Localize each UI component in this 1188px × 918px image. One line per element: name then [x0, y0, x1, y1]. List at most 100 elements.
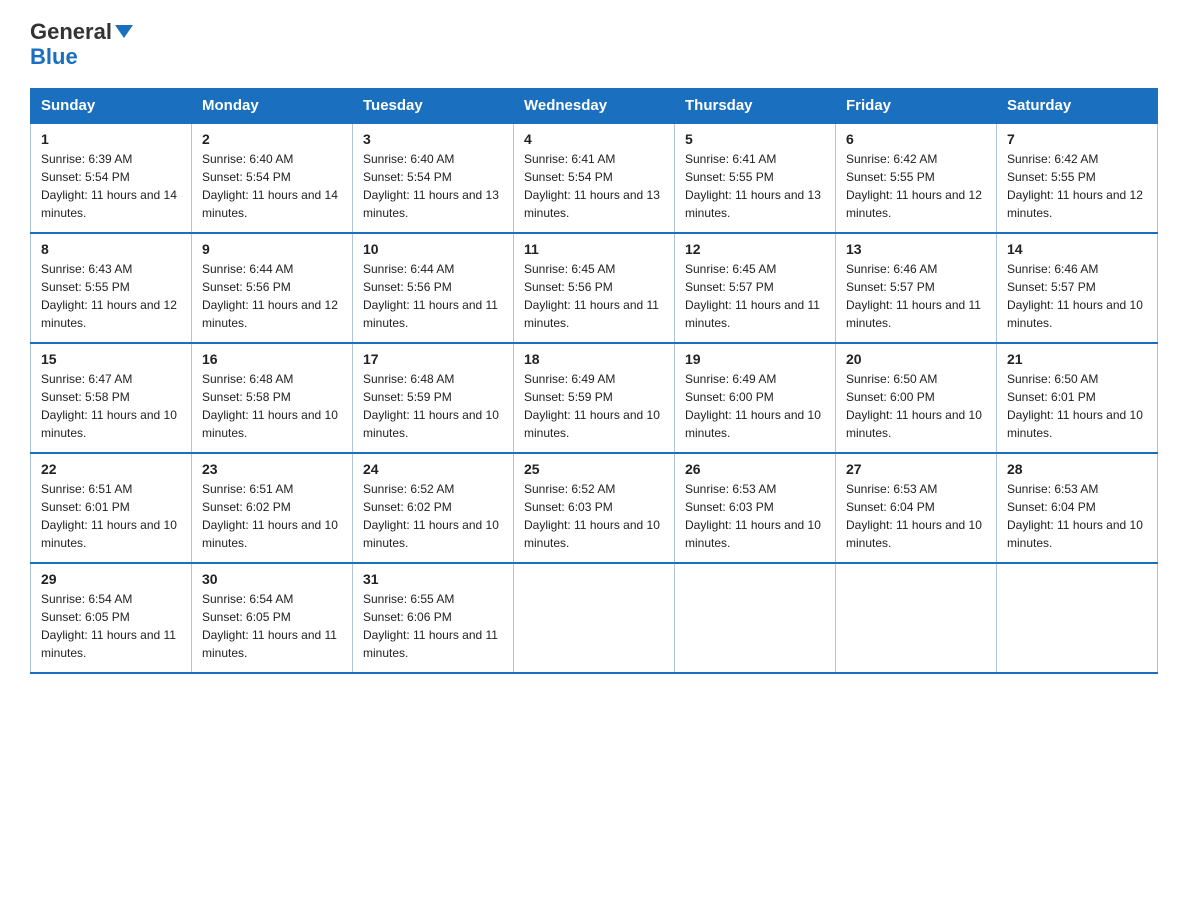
- day-number: 27: [846, 461, 986, 477]
- day-number: 26: [685, 461, 825, 477]
- day-number: 13: [846, 241, 986, 257]
- day-cell: 24 Sunrise: 6:52 AMSunset: 6:02 PMDaylig…: [353, 453, 514, 563]
- day-info: Sunrise: 6:48 AMSunset: 5:59 PMDaylight:…: [363, 372, 499, 440]
- day-cell: 15 Sunrise: 6:47 AMSunset: 5:58 PMDaylig…: [31, 343, 192, 453]
- day-number: 4: [524, 131, 664, 147]
- day-cell: 30 Sunrise: 6:54 AMSunset: 6:05 PMDaylig…: [192, 563, 353, 673]
- day-number: 5: [685, 131, 825, 147]
- day-info: Sunrise: 6:40 AMSunset: 5:54 PMDaylight:…: [363, 152, 499, 220]
- day-number: 10: [363, 241, 503, 257]
- logo-blue: Blue: [30, 44, 78, 70]
- day-info: Sunrise: 6:44 AMSunset: 5:56 PMDaylight:…: [202, 262, 338, 330]
- day-number: 21: [1007, 351, 1147, 367]
- day-info: Sunrise: 6:52 AMSunset: 6:02 PMDaylight:…: [363, 482, 499, 550]
- day-number: 30: [202, 571, 342, 587]
- day-info: Sunrise: 6:42 AMSunset: 5:55 PMDaylight:…: [846, 152, 982, 220]
- day-cell: 5 Sunrise: 6:41 AMSunset: 5:55 PMDayligh…: [675, 123, 836, 233]
- day-number: 12: [685, 241, 825, 257]
- day-cell: [997, 563, 1158, 673]
- day-info: Sunrise: 6:48 AMSunset: 5:58 PMDaylight:…: [202, 372, 338, 440]
- day-cell: 28 Sunrise: 6:53 AMSunset: 6:04 PMDaylig…: [997, 453, 1158, 563]
- day-number: 17: [363, 351, 503, 367]
- day-number: 22: [41, 461, 181, 477]
- calendar-header-row: SundayMondayTuesdayWednesdayThursdayFrid…: [31, 89, 1158, 124]
- week-row-1: 1 Sunrise: 6:39 AMSunset: 5:54 PMDayligh…: [31, 123, 1158, 233]
- day-cell: 16 Sunrise: 6:48 AMSunset: 5:58 PMDaylig…: [192, 343, 353, 453]
- logo-general: General: [30, 20, 112, 44]
- day-number: 6: [846, 131, 986, 147]
- col-header-sunday: Sunday: [31, 89, 192, 124]
- day-info: Sunrise: 6:53 AMSunset: 6:04 PMDaylight:…: [846, 482, 982, 550]
- day-cell: 21 Sunrise: 6:50 AMSunset: 6:01 PMDaylig…: [997, 343, 1158, 453]
- day-cell: 25 Sunrise: 6:52 AMSunset: 6:03 PMDaylig…: [514, 453, 675, 563]
- day-number: 25: [524, 461, 664, 477]
- day-cell: 11 Sunrise: 6:45 AMSunset: 5:56 PMDaylig…: [514, 233, 675, 343]
- day-number: 8: [41, 241, 181, 257]
- day-number: 3: [363, 131, 503, 147]
- day-cell: [675, 563, 836, 673]
- day-info: Sunrise: 6:50 AMSunset: 6:00 PMDaylight:…: [846, 372, 982, 440]
- week-row-3: 15 Sunrise: 6:47 AMSunset: 5:58 PMDaylig…: [31, 343, 1158, 453]
- day-info: Sunrise: 6:50 AMSunset: 6:01 PMDaylight:…: [1007, 372, 1143, 440]
- day-number: 15: [41, 351, 181, 367]
- day-info: Sunrise: 6:54 AMSunset: 6:05 PMDaylight:…: [202, 592, 337, 660]
- day-cell: 14 Sunrise: 6:46 AMSunset: 5:57 PMDaylig…: [997, 233, 1158, 343]
- col-header-friday: Friday: [836, 89, 997, 124]
- day-info: Sunrise: 6:49 AMSunset: 6:00 PMDaylight:…: [685, 372, 821, 440]
- day-info: Sunrise: 6:43 AMSunset: 5:55 PMDaylight:…: [41, 262, 177, 330]
- calendar-table: SundayMondayTuesdayWednesdayThursdayFrid…: [30, 88, 1158, 674]
- day-cell: 23 Sunrise: 6:51 AMSunset: 6:02 PMDaylig…: [192, 453, 353, 563]
- day-info: Sunrise: 6:46 AMSunset: 5:57 PMDaylight:…: [1007, 262, 1143, 330]
- day-number: 16: [202, 351, 342, 367]
- col-header-tuesday: Tuesday: [353, 89, 514, 124]
- day-cell: 17 Sunrise: 6:48 AMSunset: 5:59 PMDaylig…: [353, 343, 514, 453]
- logo: General Blue: [30, 20, 133, 70]
- day-cell: 13 Sunrise: 6:46 AMSunset: 5:57 PMDaylig…: [836, 233, 997, 343]
- day-info: Sunrise: 6:54 AMSunset: 6:05 PMDaylight:…: [41, 592, 176, 660]
- day-number: 24: [363, 461, 503, 477]
- day-info: Sunrise: 6:47 AMSunset: 5:58 PMDaylight:…: [41, 372, 177, 440]
- day-info: Sunrise: 6:45 AMSunset: 5:56 PMDaylight:…: [524, 262, 659, 330]
- day-info: Sunrise: 6:53 AMSunset: 6:04 PMDaylight:…: [1007, 482, 1143, 550]
- day-cell: 8 Sunrise: 6:43 AMSunset: 5:55 PMDayligh…: [31, 233, 192, 343]
- day-number: 28: [1007, 461, 1147, 477]
- day-number: 11: [524, 241, 664, 257]
- col-header-saturday: Saturday: [997, 89, 1158, 124]
- day-info: Sunrise: 6:39 AMSunset: 5:54 PMDaylight:…: [41, 152, 177, 220]
- day-info: Sunrise: 6:52 AMSunset: 6:03 PMDaylight:…: [524, 482, 660, 550]
- day-number: 31: [363, 571, 503, 587]
- day-info: Sunrise: 6:49 AMSunset: 5:59 PMDaylight:…: [524, 372, 660, 440]
- day-cell: 31 Sunrise: 6:55 AMSunset: 6:06 PMDaylig…: [353, 563, 514, 673]
- day-number: 23: [202, 461, 342, 477]
- day-info: Sunrise: 6:51 AMSunset: 6:02 PMDaylight:…: [202, 482, 338, 550]
- day-number: 14: [1007, 241, 1147, 257]
- day-info: Sunrise: 6:51 AMSunset: 6:01 PMDaylight:…: [41, 482, 177, 550]
- col-header-wednesday: Wednesday: [514, 89, 675, 124]
- day-cell: 27 Sunrise: 6:53 AMSunset: 6:04 PMDaylig…: [836, 453, 997, 563]
- day-info: Sunrise: 6:42 AMSunset: 5:55 PMDaylight:…: [1007, 152, 1143, 220]
- day-cell: 9 Sunrise: 6:44 AMSunset: 5:56 PMDayligh…: [192, 233, 353, 343]
- day-info: Sunrise: 6:45 AMSunset: 5:57 PMDaylight:…: [685, 262, 820, 330]
- day-info: Sunrise: 6:41 AMSunset: 5:55 PMDaylight:…: [685, 152, 821, 220]
- col-header-thursday: Thursday: [675, 89, 836, 124]
- week-row-5: 29 Sunrise: 6:54 AMSunset: 6:05 PMDaylig…: [31, 563, 1158, 673]
- col-header-monday: Monday: [192, 89, 353, 124]
- day-cell: 1 Sunrise: 6:39 AMSunset: 5:54 PMDayligh…: [31, 123, 192, 233]
- day-number: 9: [202, 241, 342, 257]
- day-cell: 7 Sunrise: 6:42 AMSunset: 5:55 PMDayligh…: [997, 123, 1158, 233]
- day-cell: 26 Sunrise: 6:53 AMSunset: 6:03 PMDaylig…: [675, 453, 836, 563]
- day-cell: 6 Sunrise: 6:42 AMSunset: 5:55 PMDayligh…: [836, 123, 997, 233]
- day-cell: 18 Sunrise: 6:49 AMSunset: 5:59 PMDaylig…: [514, 343, 675, 453]
- day-number: 19: [685, 351, 825, 367]
- day-number: 20: [846, 351, 986, 367]
- day-number: 18: [524, 351, 664, 367]
- week-row-4: 22 Sunrise: 6:51 AMSunset: 6:01 PMDaylig…: [31, 453, 1158, 563]
- day-cell: 20 Sunrise: 6:50 AMSunset: 6:00 PMDaylig…: [836, 343, 997, 453]
- day-cell: 3 Sunrise: 6:40 AMSunset: 5:54 PMDayligh…: [353, 123, 514, 233]
- day-number: 2: [202, 131, 342, 147]
- day-info: Sunrise: 6:44 AMSunset: 5:56 PMDaylight:…: [363, 262, 498, 330]
- day-cell: 12 Sunrise: 6:45 AMSunset: 5:57 PMDaylig…: [675, 233, 836, 343]
- day-cell: 19 Sunrise: 6:49 AMSunset: 6:00 PMDaylig…: [675, 343, 836, 453]
- day-cell: [836, 563, 997, 673]
- day-cell: [514, 563, 675, 673]
